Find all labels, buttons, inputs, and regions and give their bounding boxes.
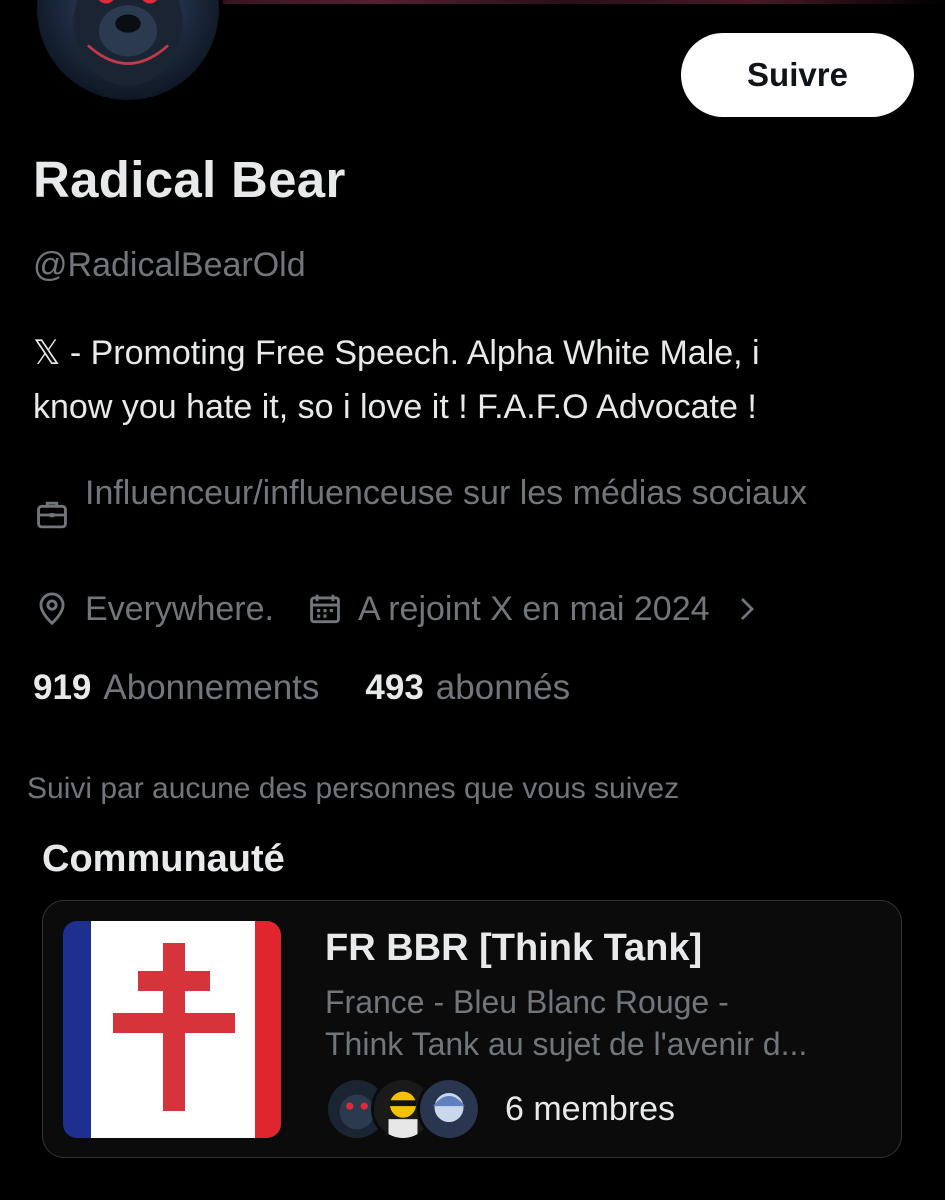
calendar-icon [310, 594, 340, 624]
profile-category: Influenceur/influenceuse sur les médias … [33, 467, 853, 534]
members-count: 6 membres [505, 1089, 676, 1128]
profile-meta-row: Everywhere. A rejoint X en mai 2024 [33, 586, 762, 632]
follow-button[interactable]: Suivre [681, 33, 914, 117]
community-section-title: Communauté [42, 838, 285, 880]
joined-date[interactable]: A rejoint X en mai 2024 [358, 586, 710, 632]
community-description: France - Bleu Blanc Rouge - Think Tank a… [325, 981, 885, 1065]
location-text: Everywhere. [85, 590, 274, 628]
following-count: 919 [33, 668, 92, 707]
bear-avatar-image [73, 0, 183, 86]
community-name: FR BBR [Think Tank] [325, 927, 703, 969]
chevron-right-icon[interactable] [732, 594, 762, 624]
location-pin-icon [39, 592, 65, 626]
profile-bio: 𝕏 - Promoting Free Speech. Alpha White M… [33, 326, 913, 434]
community-image [63, 921, 281, 1138]
bio-line: 𝕏 - Promoting Free Speech. Alpha White M… [33, 334, 760, 372]
following-label: Abonnements [103, 668, 320, 707]
member-avatar [417, 1077, 481, 1141]
community-desc-line: France - Bleu Blanc Rouge - [325, 984, 729, 1020]
followers-count: 493 [365, 668, 424, 707]
followed-by-text: Suivi par aucune des personnes que vous … [27, 772, 680, 805]
briefcase-icon [37, 501, 67, 529]
profile-handle: @RadicalBearOld [33, 246, 306, 284]
category-text: Influenceur/influenceuse sur les médias … [85, 474, 807, 512]
followers-link[interactable]: 493 abonnés [365, 668, 570, 708]
cross-of-lorraine-icon [113, 943, 235, 1111]
community-card[interactable]: FR BBR [Think Tank] France - Bleu Blanc … [42, 900, 902, 1158]
followers-label: abonnés [435, 668, 571, 707]
bio-line: know you hate it, so i love it ! F.A.F.O… [33, 388, 757, 426]
profile-display-name: Radical Bear [33, 151, 346, 208]
following-link[interactable]: 919 Abonnements [33, 668, 319, 708]
community-desc-line: Think Tank au sujet de l'avenir d... [325, 1026, 808, 1062]
community-members: 6 membres [325, 1077, 675, 1141]
profile-avatar[interactable] [33, 0, 223, 104]
profile-stats: 919 Abonnements 493 abonnés [33, 668, 616, 708]
